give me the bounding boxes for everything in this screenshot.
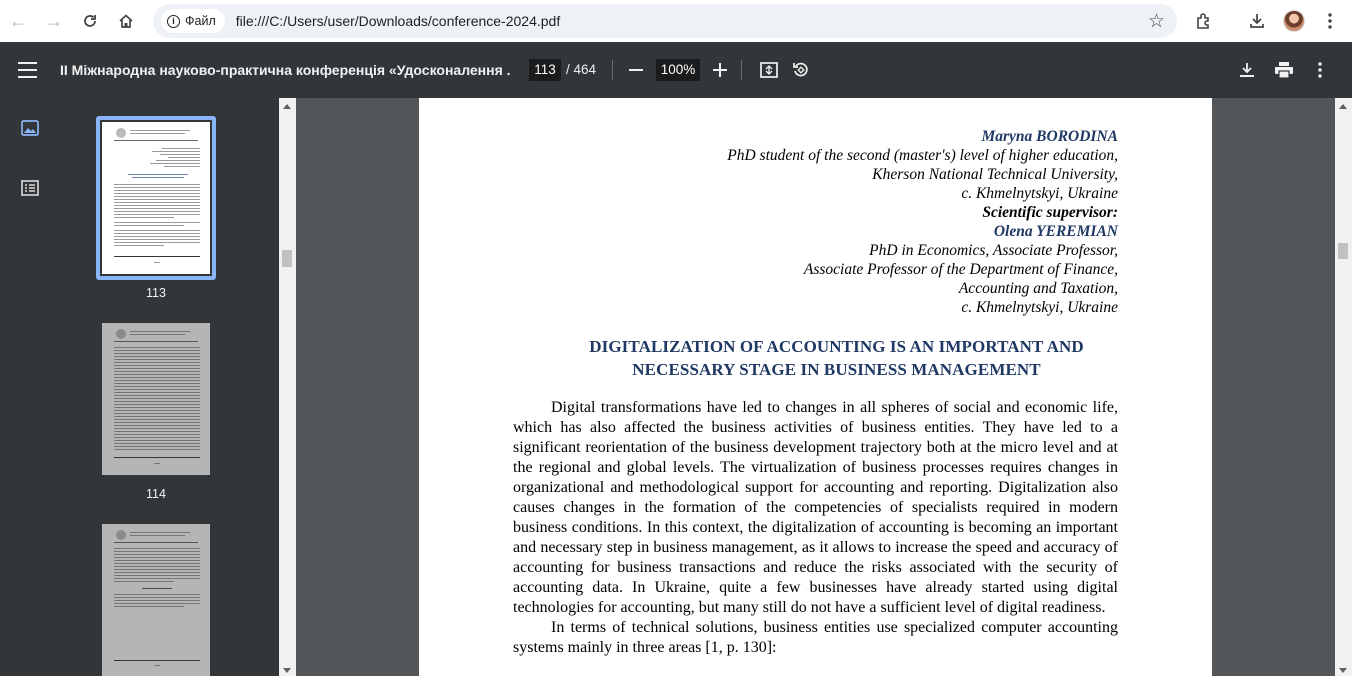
article-heading: DIGITALIZATION OF ACCOUNTING IS AN IMPOR… [509, 335, 1164, 381]
sidebar-scroll-thumb[interactable] [282, 250, 292, 267]
thumbnail-label-113: 113 [146, 286, 166, 300]
toolbar-divider [741, 60, 742, 80]
heading-line-2: NECESSARY STAGE IN BUSINESS MANAGEMENT [632, 360, 1041, 379]
address-bar[interactable]: i Файл file:///C:/Users/user/Downloads/c… [153, 4, 1177, 38]
thumbnail-sidebar: 113 114 [0, 98, 279, 676]
pdf-page: Maryna BORODINA PhD student of the secon… [419, 98, 1212, 676]
back-arrow-icon[interactable]: ← [0, 3, 36, 39]
author-name: Maryna BORODINA [981, 128, 1118, 145]
reload-icon[interactable] [72, 3, 108, 39]
thumbnail-label-114: 114 [146, 487, 166, 501]
scroll-up-arrow-icon[interactable] [1339, 104, 1347, 109]
sidebar-menu-icon[interactable] [18, 62, 37, 78]
zoom-input[interactable]: 100% [656, 59, 700, 81]
zoom-in-icon[interactable] [706, 56, 734, 84]
supervisor-label: Scientific supervisor: [982, 204, 1118, 221]
extensions-icon[interactable] [1187, 4, 1221, 38]
site-info-chip[interactable]: i Файл [161, 9, 225, 33]
info-icon: i [167, 14, 180, 28]
thumbnail-page-115[interactable] [102, 524, 210, 676]
site-chip-label: Файл [185, 14, 216, 28]
author-line: Kherson National Technical University, [872, 166, 1118, 183]
supervisor-line: c. Khmelnytskyi, Ukraine [961, 299, 1118, 316]
supervisor-name: Olena YEREMIAN [993, 223, 1118, 240]
download-icon[interactable] [1240, 4, 1274, 38]
browser-menu-icon[interactable] [1313, 4, 1347, 38]
author-line: c. Khmelnytskyi, Ukraine [961, 185, 1118, 202]
fit-page-icon[interactable] [755, 56, 783, 84]
thumbnails-tab-icon[interactable] [18, 116, 42, 140]
page-total: / 464 [566, 62, 597, 77]
supervisor-line: Accounting and Taxation, [958, 280, 1118, 297]
scroll-up-arrow-icon[interactable] [283, 104, 291, 109]
print-icon[interactable] [1270, 56, 1298, 84]
thumbnail-page-114[interactable] [102, 323, 210, 475]
paragraph: Digital transformations have led to chan… [513, 399, 1118, 616]
browser-toolbar: ← → i Файл file:///C:/Users/user/Downloa… [0, 0, 1352, 42]
zoom-out-icon[interactable] [622, 56, 650, 84]
thumbnail-page-113[interactable] [102, 122, 210, 274]
scroll-down-arrow-icon[interactable] [1339, 668, 1347, 673]
toolbar-divider [612, 60, 613, 80]
rotate-icon[interactable] [787, 56, 815, 84]
url-text[interactable]: file:///C:/Users/user/Downloads/conferen… [236, 13, 561, 29]
heading-line-1: DIGITALIZATION OF ACCOUNTING IS AN IMPOR… [589, 337, 1084, 356]
author-line: PhD student of the second (master's) lev… [727, 147, 1118, 164]
supervisor-line: PhD in Economics, Associate Professor, [869, 242, 1118, 259]
paragraph: In terms of technical solutions, busines… [513, 619, 1118, 656]
home-icon[interactable] [108, 3, 144, 39]
author-block: Maryna BORODINA PhD student of the secon… [727, 127, 1118, 317]
profile-avatar[interactable] [1277, 4, 1311, 38]
pdf-viewer[interactable]: Maryna BORODINA PhD student of the secon… [296, 98, 1335, 676]
pdf-toolbar: II Міжнародна науково-практична конферен… [0, 42, 1352, 98]
supervisor-line: Associate Professor of the Department of… [803, 261, 1118, 278]
article-body: Digital transformations have led to chan… [513, 398, 1118, 658]
page-number-input[interactable]: 113 [529, 59, 561, 81]
scroll-down-arrow-icon[interactable] [283, 668, 291, 673]
avatar [1283, 10, 1305, 32]
forward-arrow-icon[interactable]: → [36, 3, 72, 39]
bookmark-star-icon[interactable]: ☆ [1148, 10, 1165, 33]
main-scrollbar[interactable] [1335, 98, 1352, 676]
download-pdf-icon[interactable] [1233, 56, 1261, 84]
pdf-more-icon[interactable] [1306, 56, 1334, 84]
sidebar-scrollbar[interactable] [279, 98, 296, 676]
document-title: II Міжнародна науково-практична конферен… [60, 62, 510, 78]
outline-tab-icon[interactable] [18, 176, 42, 200]
main-scroll-thumb[interactable] [1338, 243, 1348, 259]
